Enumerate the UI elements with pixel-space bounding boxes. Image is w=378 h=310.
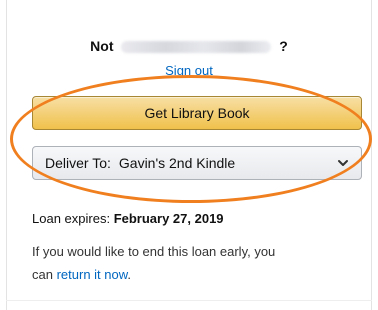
question-mark: ? <box>279 38 288 54</box>
end-loan-line-1: If you would like to end this loan early… <box>32 244 276 259</box>
deliver-to-label: Deliver To: <box>45 155 111 171</box>
end-loan-text: If you would like to end this loan early… <box>32 240 362 286</box>
deliver-to-dropdown[interactable]: Deliver To: Gavin's 2nd Kindle <box>32 146 362 180</box>
not-label: Not <box>90 38 114 54</box>
end-loan-line-2: can <box>32 267 53 282</box>
get-library-book-label: Get Library Book <box>144 105 250 121</box>
loan-expires-label: Loan expires: <box>32 211 111 226</box>
loan-expiry: Loan expires: February 27, 2019 <box>32 211 224 226</box>
sign-out-link[interactable]: Sign out <box>0 63 378 78</box>
divider <box>6 300 372 301</box>
return-it-now-link[interactable]: return it now <box>57 267 128 282</box>
selected-device: Gavin's 2nd Kindle <box>118 155 236 171</box>
account-row: Not ? <box>0 38 378 54</box>
chevron-down-icon <box>338 160 348 166</box>
redacted-email <box>121 41 272 54</box>
get-library-book-button[interactable]: Get Library Book <box>32 96 362 130</box>
loan-expires-date: February 27, 2019 <box>113 211 224 226</box>
end-loan-period: . <box>127 267 132 282</box>
